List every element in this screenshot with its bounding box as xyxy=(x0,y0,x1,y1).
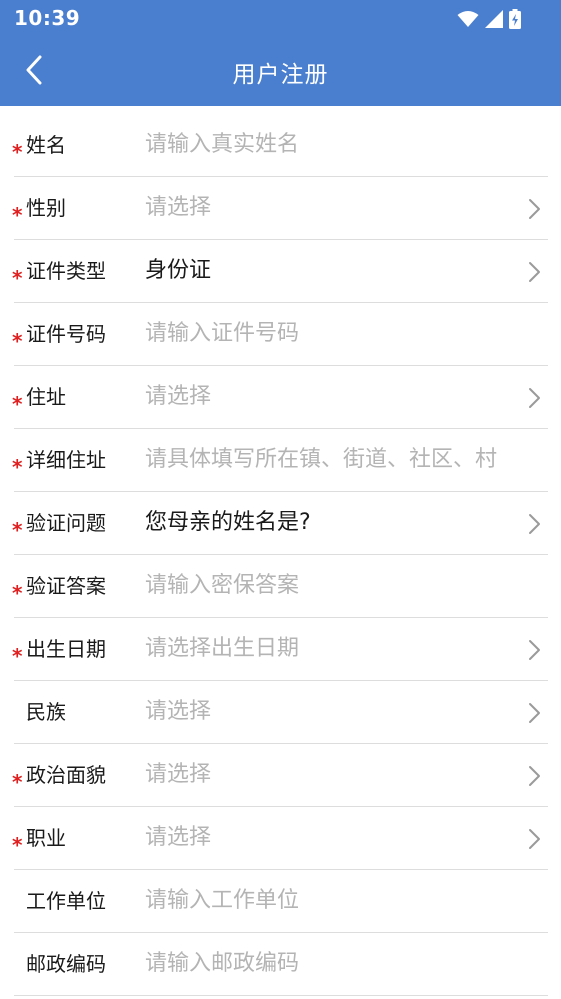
cell-signal-icon xyxy=(485,10,503,28)
field-label: 工作单位 xyxy=(26,889,106,913)
form-row-detailed-address: * 详细住址 xyxy=(12,429,548,492)
required-mark: * xyxy=(12,455,23,479)
required-mark: * xyxy=(12,518,23,542)
page-title: 用户注册 xyxy=(232,62,329,88)
detailed-address-input[interactable] xyxy=(145,446,540,474)
address-select[interactable]: 请选择 xyxy=(145,383,512,411)
security-question-select[interactable]: 您母亲的姓名是? xyxy=(145,509,512,537)
form-row-ethnicity[interactable]: 民族 请选择 xyxy=(14,681,548,744)
status-bar: 10:39 xyxy=(0,0,561,38)
field-label: 证件号码 xyxy=(26,322,106,346)
name-input[interactable] xyxy=(145,131,540,159)
form-row-employer: 工作单位 xyxy=(14,870,548,933)
ethnicity-select[interactable]: 请选择 xyxy=(145,698,512,726)
form-row-id-type[interactable]: * 证件类型 身份证 xyxy=(12,240,548,303)
chevron-right-icon xyxy=(529,262,540,282)
employer-input[interactable] xyxy=(145,887,540,915)
registration-form: * 姓名 * 性别 请选择 * 证件类型 身份证 * 证件号码 * 住址 请选择… xyxy=(0,114,561,996)
field-label: 姓名 xyxy=(26,133,66,157)
required-mark: * xyxy=(12,581,23,605)
id-number-input[interactable] xyxy=(145,320,540,348)
required-mark: * xyxy=(12,644,23,668)
form-row-birth-date[interactable]: * 出生日期 请选择出生日期 xyxy=(12,618,548,681)
chevron-right-icon xyxy=(529,766,540,786)
required-mark: * xyxy=(12,329,23,353)
app-header: 10:39 用户注册 xyxy=(0,0,561,106)
form-row-political-status[interactable]: * 政治面貌 请选择 xyxy=(12,744,548,807)
gender-select[interactable]: 请选择 xyxy=(145,194,512,222)
form-row-address[interactable]: * 住址 请选择 xyxy=(12,366,548,429)
chevron-right-icon xyxy=(529,514,540,534)
birth-date-select[interactable]: 请选择出生日期 xyxy=(145,635,512,663)
chevron-right-icon xyxy=(529,829,540,849)
required-mark: * xyxy=(12,266,23,290)
form-row-security-answer: * 验证答案 xyxy=(12,555,548,618)
field-label: 验证答案 xyxy=(26,574,106,598)
nav-bar: 用户注册 xyxy=(0,38,561,106)
required-mark: * xyxy=(12,203,23,227)
field-label: 出生日期 xyxy=(26,637,106,661)
field-label: 职业 xyxy=(26,826,66,850)
field-label: 邮政编码 xyxy=(26,952,106,976)
chevron-right-icon xyxy=(529,703,540,723)
occupation-select[interactable]: 请选择 xyxy=(145,824,512,852)
field-label: 民族 xyxy=(26,700,66,724)
battery-charging-icon xyxy=(509,9,521,29)
chevron-right-icon xyxy=(529,199,540,219)
chevron-right-icon xyxy=(529,640,540,660)
form-row-gender[interactable]: * 性别 请选择 xyxy=(12,177,548,240)
wifi-icon xyxy=(457,10,479,28)
security-answer-input[interactable] xyxy=(145,572,540,600)
id-type-select[interactable]: 身份证 xyxy=(145,257,512,285)
field-label: 政治面貌 xyxy=(26,763,106,787)
form-row-id-number: * 证件号码 xyxy=(12,303,548,366)
required-mark: * xyxy=(12,140,23,164)
form-row-name: * 姓名 xyxy=(12,114,548,177)
required-mark: * xyxy=(12,770,23,794)
field-label: 性别 xyxy=(26,196,66,220)
status-icons xyxy=(457,8,521,30)
field-label: 详细住址 xyxy=(26,448,106,472)
political-status-select[interactable]: 请选择 xyxy=(145,761,512,789)
form-row-postal-code: 邮政编码 xyxy=(14,933,548,996)
status-time: 10:39 xyxy=(14,6,81,30)
chevron-right-icon xyxy=(529,388,540,408)
field-label: 验证问题 xyxy=(26,511,106,535)
required-mark: * xyxy=(12,833,23,857)
form-row-security-question[interactable]: * 验证问题 您母亲的姓名是? xyxy=(12,492,548,555)
required-mark: * xyxy=(12,392,23,416)
form-row-occupation[interactable]: * 职业 请选择 xyxy=(12,807,548,870)
field-label: 证件类型 xyxy=(26,259,106,283)
field-label: 住址 xyxy=(26,385,66,409)
postal-code-input[interactable] xyxy=(145,950,540,978)
